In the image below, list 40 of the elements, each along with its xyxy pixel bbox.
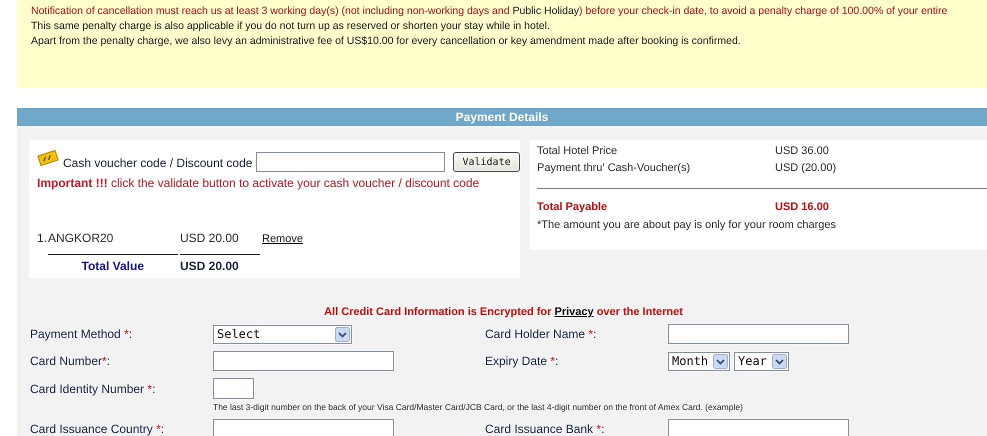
privacy-link[interactable]: Privacy <box>554 306 594 318</box>
dropdown[interactable]: Year <box>734 352 789 370</box>
field-label: Card Number*: <box>30 354 112 368</box>
field-label: Expiry Date *: <box>485 354 560 368</box>
field-label: Card Identity Number *: <box>30 382 156 396</box>
hint-text: The last 3-digit number on the back of your Visa Card/Master Card/JCB Card, or the last 4-digit number on the front of Amex Card. (example) <box>213 402 744 412</box>
input-field[interactable] <box>213 351 394 371</box>
voucher-code: ANGKOR20 <box>48 230 114 246</box>
voucher-code-field[interactable] <box>256 152 446 172</box>
summary-value: USD 36.00 <box>775 145 830 157</box>
notice-text: This same penalty charge is also applicable if you do not turn up as reserved or shorten your stay while in hotel. <box>31 19 551 34</box>
notice-text: Notification of cancellation must reach us at least 3 working day(s) (not including non-working days and Public Holiday) before your check-in date, to avoid a penalty charge of 100.00% of your entire <box>31 4 948 19</box>
item-number: 1. <box>37 230 48 246</box>
total-payable-label: Total Payable <box>537 200 608 215</box>
validate-button[interactable]: Validate <box>453 152 520 172</box>
encryption-notice: All Credit Card Information is Encrypted for Privacy over the Internet <box>323 306 684 318</box>
field-label: Payment Method *: <box>30 327 134 341</box>
field-label: Card Issuance Country *: <box>30 422 166 436</box>
summary-label: Payment thru' Cash-Voucher(s) <box>537 162 692 174</box>
input-field[interactable] <box>213 378 254 399</box>
section-header: Payment Details <box>17 108 987 126</box>
dropdown[interactable]: Month <box>668 352 730 370</box>
input-field[interactable] <box>668 324 849 344</box>
field-label: Card Holder Name *: <box>485 327 598 341</box>
voucher-amount: USD 20.00 <box>180 230 240 246</box>
total-value-label: Total Value <box>80 258 145 275</box>
total-value-amount: USD 20.00 <box>180 258 240 275</box>
summary-value: USD (20.00) <box>775 162 838 174</box>
dropdown[interactable]: Select <box>213 324 352 344</box>
summary-label: Total Hotel Price <box>537 145 618 157</box>
remove-link[interactable]: Remove <box>262 233 303 245</box>
voucher-tag-icon <box>37 150 59 166</box>
field-label: Card Issuance Bank *: <box>485 422 606 436</box>
voucher-label: Cash voucher code / Discount code <box>63 156 252 170</box>
notice-text: Apart from the penalty charge, we also levy an administrative fee of US$10.00 for every cancellation or key amendment made after booking is confirmed. <box>31 34 742 49</box>
price-note: *The amount you are about pay is only for your room charges <box>537 219 837 231</box>
total-payable-value: USD 16.00 <box>775 200 830 215</box>
input-field[interactable] <box>213 419 394 436</box>
input-field[interactable] <box>668 419 849 436</box>
important-message: Important !!! click the validate button to activate your cash voucher / discount code <box>37 176 480 190</box>
